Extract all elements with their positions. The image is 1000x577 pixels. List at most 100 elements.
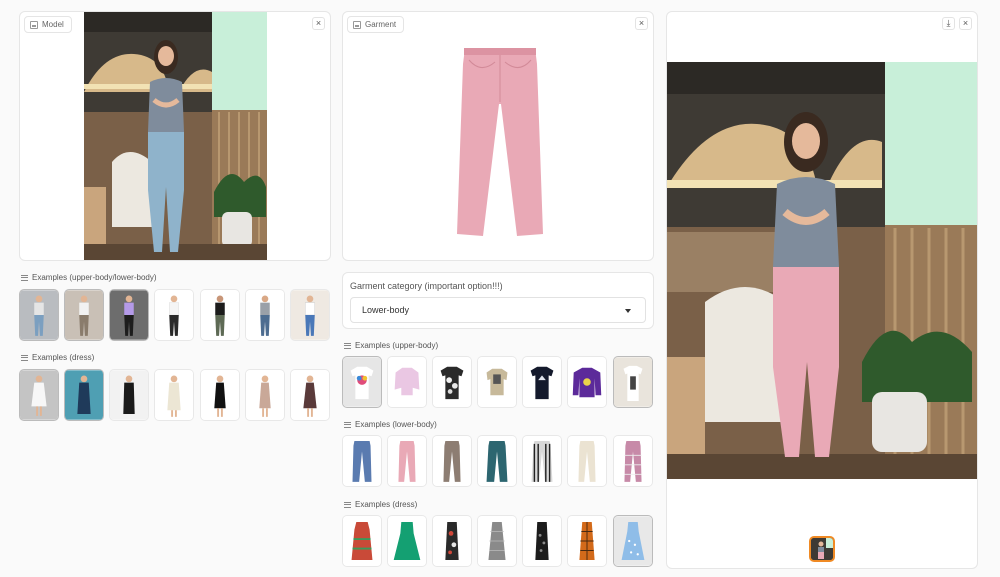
- pants-thumbnail: [614, 436, 652, 486]
- garment-lower-example-7[interactable]: [613, 435, 653, 487]
- garment-dress-example-7[interactable]: [613, 515, 653, 567]
- person-thumbnail: [291, 370, 329, 420]
- sweater-thumbnail: [568, 357, 606, 407]
- person-thumbnail: [246, 370, 284, 420]
- image-icon: [353, 20, 361, 29]
- download-icon: ⤓: [946, 18, 951, 28]
- person-thumbnail: [201, 290, 239, 340]
- model-dress-example-4[interactable]: [154, 369, 194, 421]
- pants-thumbnail: [523, 436, 561, 486]
- model-dress-example-6[interactable]: [245, 369, 285, 421]
- garment-image[interactable]: [455, 44, 545, 238]
- garment-lower-example-3[interactable]: [432, 435, 472, 487]
- garment-upper-example-7[interactable]: [613, 356, 653, 408]
- garment-dress-example-3[interactable]: [432, 515, 472, 567]
- model-dress-example-7[interactable]: [290, 369, 330, 421]
- garment-dress-example-4[interactable]: [477, 515, 517, 567]
- result-thumbnail-strip-item[interactable]: [809, 536, 835, 562]
- person-thumbnail: [201, 370, 239, 420]
- close-icon: ×: [638, 18, 645, 28]
- list-icon: [344, 501, 351, 508]
- result-download-button[interactable]: ⤓: [942, 17, 955, 30]
- person-thumbnail: [20, 370, 58, 420]
- garment-dress-example-6[interactable]: [567, 515, 607, 567]
- person-thumbnail: [155, 370, 193, 420]
- model-label-tag: Model: [24, 16, 72, 33]
- section-label-text: Examples (dress): [355, 500, 418, 509]
- garment-examples-dress-label: Examples (dress): [344, 500, 417, 509]
- pants-thumbnail: [478, 436, 516, 486]
- garment-upper-example-5[interactable]: [522, 356, 562, 408]
- garment-category-dropdown[interactable]: Lower-body: [350, 297, 646, 323]
- model-example-5[interactable]: [200, 289, 240, 341]
- dress-thumbnail: [523, 516, 561, 566]
- dress-thumbnail: [478, 516, 516, 566]
- garment-upper-example-1[interactable]: [342, 356, 382, 408]
- garment-lower-example-5[interactable]: [522, 435, 562, 487]
- person-thumbnail: [65, 370, 103, 420]
- image-icon: [30, 20, 38, 29]
- model-panel: Model ×: [19, 11, 331, 261]
- person-thumbnail: [20, 290, 58, 340]
- model-dress-example-1[interactable]: [19, 369, 59, 421]
- section-label-text: Examples (lower-body): [355, 420, 437, 429]
- pink-pants-photo: [457, 48, 543, 236]
- dress-thumbnail: [614, 516, 652, 566]
- model-example-1[interactable]: [19, 289, 59, 341]
- pants-thumbnail: [343, 436, 381, 486]
- person-thumbnail: [65, 290, 103, 340]
- section-label-text: Examples (upper-body): [355, 341, 439, 350]
- garment-upper-example-2[interactable]: [387, 356, 427, 408]
- dress-thumbnail: [343, 516, 381, 566]
- garment-dress-example-2[interactable]: [387, 515, 427, 567]
- result-panel: ⤓ ×: [666, 11, 978, 569]
- chevron-down-icon: [625, 309, 631, 313]
- list-icon: [344, 342, 351, 349]
- tryon-result-photo: [667, 62, 977, 479]
- garment-dress-example-1[interactable]: [342, 515, 382, 567]
- result-image[interactable]: [667, 62, 977, 479]
- tshirt-thumbnail: [433, 357, 471, 407]
- model-example-4[interactable]: [154, 289, 194, 341]
- garment-lower-example-4[interactable]: [477, 435, 517, 487]
- model-label: Model: [42, 20, 64, 29]
- garment-examples-lower-label: Examples (lower-body): [344, 420, 437, 429]
- garment-category-label: Garment category (important option!!!): [350, 281, 503, 291]
- tshirt-thumbnail: [343, 357, 381, 407]
- blouse-thumbnail: [388, 357, 426, 407]
- result-close-button[interactable]: ×: [959, 17, 972, 30]
- garment-dress-example-5[interactable]: [522, 515, 562, 567]
- list-icon: [21, 354, 28, 361]
- person-thumbnail: [110, 290, 148, 340]
- model-dress-example-2[interactable]: [64, 369, 104, 421]
- model-image[interactable]: [84, 12, 267, 260]
- model-example-3[interactable]: [109, 289, 149, 341]
- result-mini-photo: [811, 538, 833, 560]
- section-label-text: Examples (dress): [32, 353, 95, 362]
- tshirt-thumbnail: [523, 357, 561, 407]
- model-examples-upper-lower-label: Examples (upper-body/lower-body): [21, 273, 157, 282]
- model-examples-dress-label: Examples (dress): [21, 353, 94, 362]
- model-dress-example-3[interactable]: [109, 369, 149, 421]
- person-thumbnail: [110, 370, 148, 420]
- garment-lower-example-6[interactable]: [567, 435, 607, 487]
- model-example-7[interactable]: [290, 289, 330, 341]
- garment-lower-example-1[interactable]: [342, 435, 382, 487]
- model-example-6[interactable]: [245, 289, 285, 341]
- garment-clear-button[interactable]: ×: [635, 17, 648, 30]
- garment-upper-example-6[interactable]: [567, 356, 607, 408]
- model-example-2[interactable]: [64, 289, 104, 341]
- pants-thumbnail: [388, 436, 426, 486]
- garment-category-value: Lower-body: [362, 305, 410, 315]
- pants-thumbnail: [568, 436, 606, 486]
- list-icon: [344, 421, 351, 428]
- section-label-text: Examples (upper-body/lower-body): [32, 273, 157, 282]
- model-clear-button[interactable]: ×: [312, 17, 325, 30]
- list-icon: [21, 274, 28, 281]
- pants-thumbnail: [433, 436, 471, 486]
- model-dress-example-5[interactable]: [200, 369, 240, 421]
- garment-upper-example-3[interactable]: [432, 356, 472, 408]
- garment-lower-example-2[interactable]: [387, 435, 427, 487]
- garment-upper-example-4[interactable]: [477, 356, 517, 408]
- person-thumbnail: [246, 290, 284, 340]
